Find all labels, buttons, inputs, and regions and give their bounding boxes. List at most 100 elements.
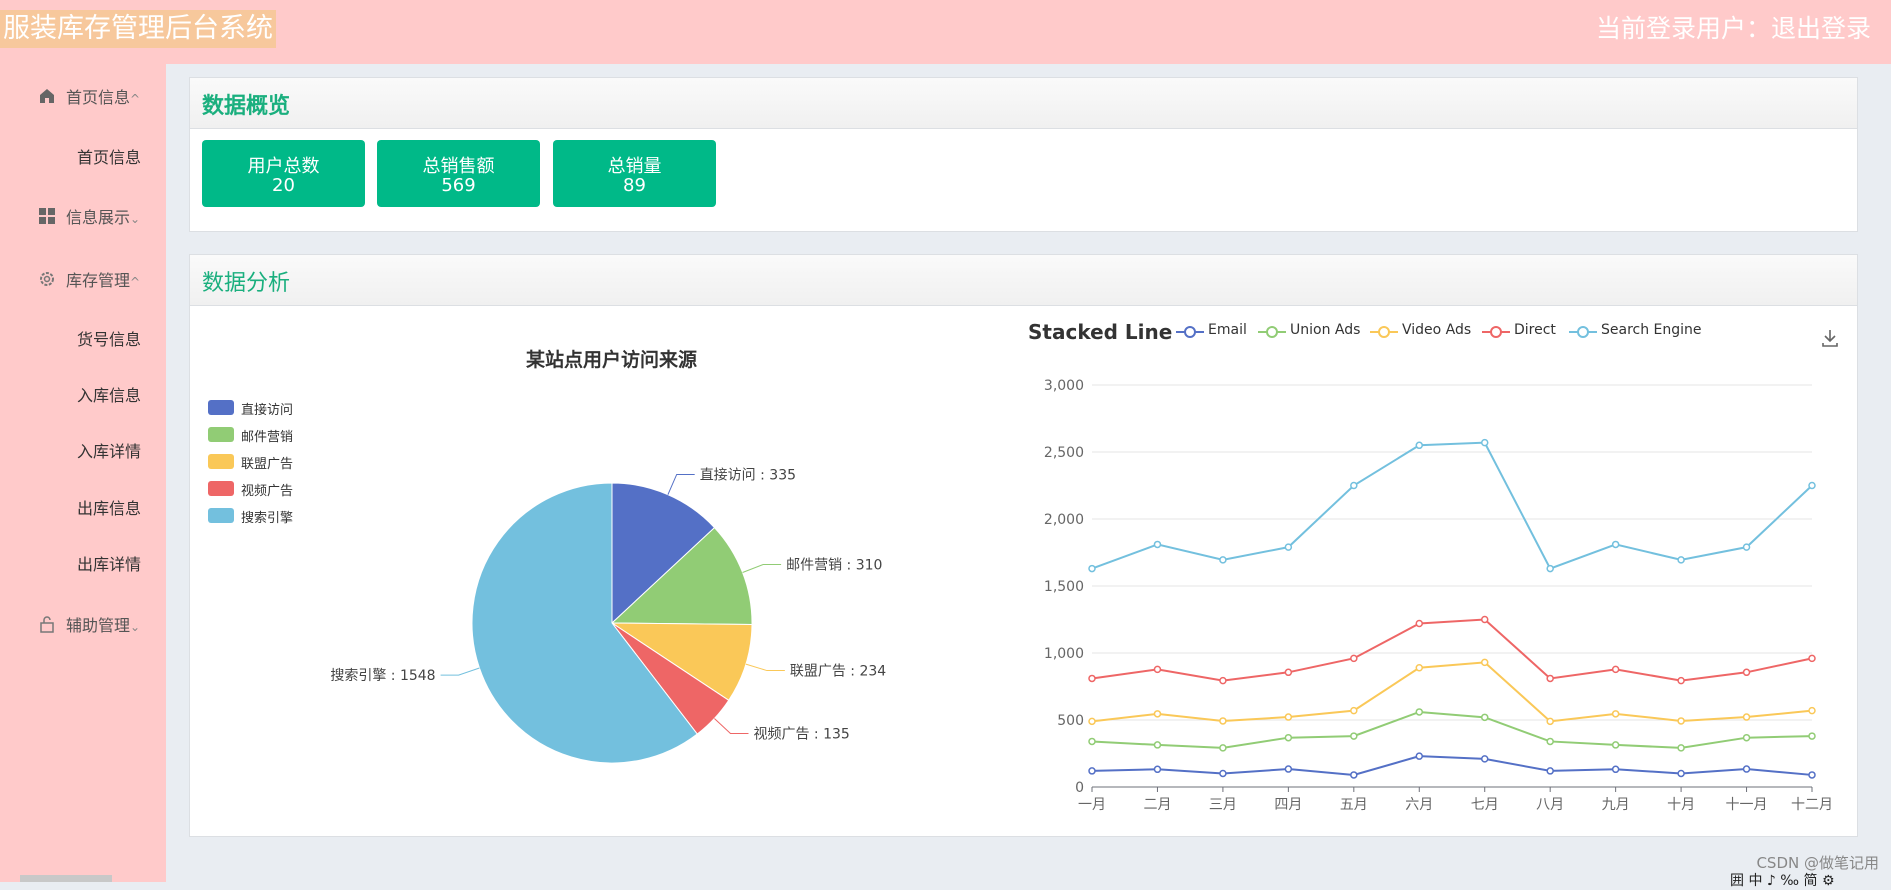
series-point[interactable]	[1677, 717, 1685, 725]
x-tick-label: 三月	[1209, 797, 1237, 813]
x-tick-label: 七月	[1471, 797, 1499, 813]
series-point[interactable]	[1677, 556, 1685, 564]
series-point[interactable]	[1480, 658, 1489, 667]
y-tick-label: 500	[1057, 713, 1084, 729]
series-point[interactable]	[1088, 737, 1096, 746]
series-point[interactable]	[1611, 540, 1620, 549]
series-line-4[interactable]	[1091, 441, 1813, 570]
series-point[interactable]	[1350, 706, 1358, 715]
series-point[interactable]	[1415, 708, 1424, 716]
series-point[interactable]	[1219, 744, 1227, 752]
pie-slice-label: 视频广告 : 135	[753, 726, 849, 742]
series-point[interactable]	[1153, 665, 1162, 674]
stat-card-total-users[interactable]: 用户总数 20	[202, 140, 365, 207]
pie-slice-label: 邮件营销 : 310	[786, 558, 882, 574]
series-line-0[interactable]	[1091, 755, 1813, 776]
stat-card-value: 89	[623, 175, 646, 196]
series-point[interactable]	[1284, 713, 1293, 721]
series-point[interactable]	[1153, 540, 1162, 549]
series-point[interactable]	[1611, 765, 1620, 774]
current-user-logout[interactable]: 当前登录用户：退出登录	[1596, 12, 1871, 46]
series-point[interactable]	[1808, 706, 1816, 715]
series-point[interactable]	[1153, 710, 1162, 718]
series-point[interactable]	[1808, 732, 1816, 740]
pie-slice-label: 直接访问 : 335	[700, 466, 796, 483]
sidebar-item-sku-info[interactable]: 货号信息	[77, 326, 141, 350]
sidebar-group-display[interactable]: 信息展示⌄	[0, 197, 166, 233]
series-point[interactable]	[1742, 668, 1751, 677]
sidebar-group-inventory[interactable]: 库存管理^	[0, 260, 166, 296]
series-point[interactable]	[1480, 438, 1489, 447]
x-tick-label: 五月	[1340, 797, 1368, 813]
sidebar-group-home[interactable]: 首页信息^	[0, 77, 166, 113]
x-tick-label: 八月	[1536, 797, 1564, 813]
sidebar-item-stock-out-detail[interactable]: 出库详情	[77, 551, 141, 575]
series-point[interactable]	[1153, 765, 1162, 774]
series-point[interactable]	[1284, 733, 1293, 742]
series-point[interactable]	[1480, 755, 1489, 763]
chevron-down-icon: ⌄	[130, 212, 141, 226]
horizontal-scrollbar[interactable]	[20, 875, 112, 882]
series-point[interactable]	[1284, 543, 1293, 551]
series-point[interactable]	[1546, 767, 1554, 775]
series-line-2[interactable]	[1091, 661, 1813, 723]
series-point[interactable]	[1219, 676, 1227, 685]
series-point[interactable]	[1088, 767, 1096, 775]
analysis-panel-header: 数据分析	[190, 255, 1857, 306]
series-point[interactable]	[1415, 752, 1424, 760]
series-point[interactable]	[1088, 717, 1096, 726]
grid-icon	[39, 208, 55, 224]
series-point[interactable]	[1284, 765, 1293, 773]
series-point[interactable]	[1546, 564, 1554, 573]
series-point[interactable]	[1219, 769, 1227, 778]
series-point[interactable]	[1415, 663, 1424, 672]
series-point[interactable]	[1611, 710, 1620, 718]
series-point[interactable]	[1742, 733, 1751, 742]
sidebar-group-auxiliary[interactable]: 辅助管理⌄	[0, 605, 166, 641]
series-line-1[interactable]	[1091, 710, 1813, 749]
series-point[interactable]	[1742, 713, 1751, 721]
series-line-3[interactable]	[1091, 618, 1813, 682]
home-icon	[40, 89, 54, 103]
series-point[interactable]	[1808, 481, 1816, 490]
series-point[interactable]	[1350, 732, 1358, 740]
series-point[interactable]	[1350, 771, 1358, 779]
series-point[interactable]	[1546, 717, 1554, 726]
pie-slice-label: 搜索引擎 : 1548	[330, 667, 435, 684]
sidebar-item-stock-in-detail[interactable]: 入库详情	[77, 438, 141, 462]
series-point[interactable]	[1415, 619, 1424, 628]
series-point[interactable]	[1611, 741, 1620, 749]
series-point[interactable]	[1677, 769, 1685, 778]
series-point[interactable]	[1611, 665, 1620, 674]
series-point[interactable]	[1350, 654, 1358, 663]
chevron-down-icon: ⌄	[130, 620, 141, 634]
line-chart-title: Stacked Line	[1028, 320, 1173, 344]
series-point[interactable]	[1808, 771, 1816, 779]
stat-card-total-sales-amount[interactable]: 总销售额 569	[377, 140, 540, 207]
series-point[interactable]	[1284, 668, 1293, 677]
series-point[interactable]	[1219, 556, 1227, 564]
y-tick-label: 2,000	[1044, 512, 1084, 528]
series-point[interactable]	[1480, 713, 1489, 722]
series-point[interactable]	[1153, 741, 1162, 749]
series-point[interactable]	[1742, 543, 1751, 551]
series-point[interactable]	[1677, 676, 1685, 685]
sidebar-item-stock-in-info[interactable]: 入库信息	[77, 382, 141, 406]
series-point[interactable]	[1808, 654, 1816, 663]
series-point[interactable]	[1677, 744, 1685, 752]
series-point[interactable]	[1546, 737, 1554, 746]
series-point[interactable]	[1219, 717, 1227, 725]
x-tick-label: 六月	[1405, 797, 1433, 813]
series-point[interactable]	[1088, 564, 1096, 573]
stat-card-total-sales-volume[interactable]: 总销量 89	[553, 140, 716, 207]
series-point[interactable]	[1480, 615, 1489, 624]
sidebar-item-home-info[interactable]: 首页信息	[77, 144, 141, 168]
sidebar-item-stock-out-info[interactable]: 出库信息	[77, 495, 141, 519]
series-point[interactable]	[1415, 441, 1424, 450]
series-point[interactable]	[1742, 765, 1751, 773]
series-point[interactable]	[1350, 481, 1358, 490]
series-point[interactable]	[1088, 674, 1096, 683]
series-point[interactable]	[1546, 674, 1554, 683]
download-icon[interactable]	[1820, 328, 1840, 348]
pie-label-leader	[745, 663, 785, 672]
